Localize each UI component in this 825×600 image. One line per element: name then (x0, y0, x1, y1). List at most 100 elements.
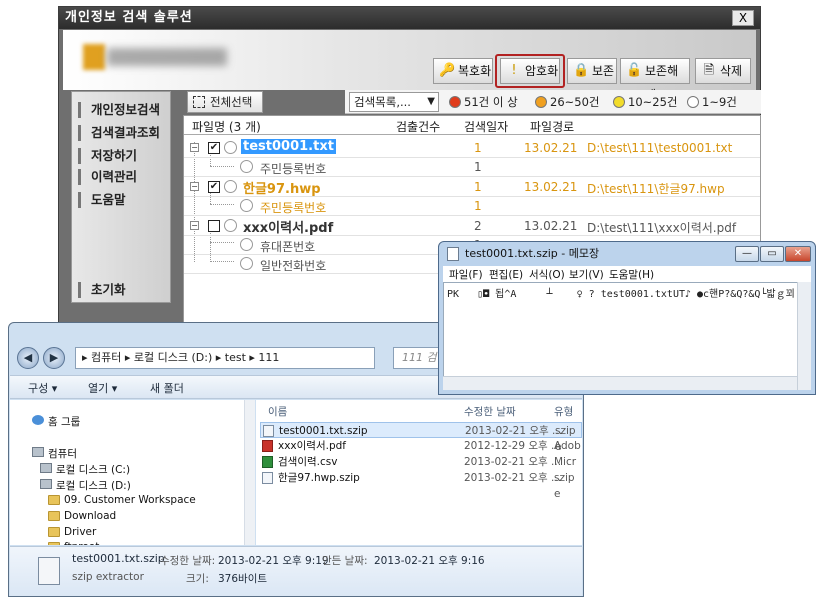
open-button[interactable]: 열기 ▾ (88, 380, 117, 396)
back-icon[interactable]: ◀ (17, 347, 39, 369)
unlock-icon: 🔓 (626, 63, 643, 78)
column-header-modified[interactable]: 수정한 날짜 (464, 404, 516, 419)
table-row[interactable]: − xxx이력서.pdf 2 13.02.21 D:\test\111\xxx이… (184, 216, 760, 236)
nav-label: 로컬 디스크 (D:) (56, 480, 131, 492)
new-folder-button[interactable]: 새 폴더 (150, 380, 184, 396)
sidebar-item-result-view[interactable]: 검색결과조회 (78, 125, 168, 141)
column-header-type[interactable]: 유형 (554, 404, 573, 419)
nav-drive-c[interactable]: 로컬 디스크 (C:) (40, 462, 130, 477)
nav-label: 홈 그룹 (48, 416, 81, 428)
decrypt-button[interactable]: 🔑 복호화 (433, 58, 493, 84)
menu-edit[interactable]: 편집(E) (489, 267, 523, 282)
file-row[interactable]: xxx이력서.pdf 2012-12-29 오후 ... Adob (260, 438, 582, 454)
select-all-button[interactable]: 전체선택 (187, 91, 263, 113)
delete-button[interactable]: 🗎 삭제 (695, 58, 751, 84)
file-type: szip e (554, 472, 575, 500)
protect-label: 보존 (592, 64, 615, 78)
pattern-name: 주민등록번호 (260, 162, 327, 176)
column-header-name[interactable]: 파일명 (3 개) (192, 118, 261, 135)
app-banner: 🔑 복호화 ! 암호화 🔒 보존 🔓 보존해제 🗎 삭제 (63, 30, 756, 102)
column-header-path[interactable]: 파일경로 (530, 118, 574, 135)
table-row[interactable]: − ✔ test0001.txt 1 13.02.21 D:\test\111\… (184, 138, 760, 157)
menu-format[interactable]: 서식(O) (529, 267, 565, 282)
details-pane: test0001.txt.szip 수정한 날짜: 2013-02-21 오후 … (10, 546, 582, 596)
select-all-icon (193, 96, 205, 108)
row-radio[interactable] (224, 219, 237, 232)
column-header-name[interactable]: 이름 (268, 404, 287, 419)
details-modified-label: 수정한 날짜: (160, 555, 216, 567)
row-radio[interactable] (224, 141, 237, 154)
maximize-icon[interactable]: ▭ (760, 246, 784, 262)
nav-label: ftproot (64, 541, 99, 545)
table-row[interactable]: 주민등록번호 1 (184, 158, 760, 176)
collapse-icon[interactable]: − (190, 182, 199, 191)
row-radio[interactable] (224, 180, 237, 193)
row-radio[interactable] (240, 160, 253, 173)
nav-drive-d[interactable]: 로컬 디스크 (D:) (40, 478, 131, 493)
row-radio[interactable] (240, 238, 253, 251)
nav-folder[interactable]: Download (48, 510, 116, 522)
nav-computer[interactable]: 컴퓨터 (32, 446, 77, 461)
table-row[interactable]: 주민등록번호 1 (184, 197, 760, 215)
menu-view[interactable]: 보기(V) (569, 267, 604, 282)
sidebar-item-personal-search[interactable]: 개인정보검색 (78, 102, 168, 118)
app-logo (83, 44, 233, 70)
unprotect-button[interactable]: 🔓 보존해제 (620, 58, 690, 102)
vertical-scrollbar[interactable] (797, 282, 811, 390)
notepad-title: test0001.txt.szip - 메모장 (465, 247, 600, 260)
details-type: szip extractor (72, 571, 144, 583)
homegroup-icon (32, 415, 44, 425)
column-header-date[interactable]: 검색일자 (464, 118, 508, 135)
table-row[interactable]: − ✔ 한글97.hwp 1 13.02.21 D:\test\111\한글97… (184, 177, 760, 197)
sidebar-item-reset[interactable]: 초기화 (78, 282, 168, 298)
encrypt-button[interactable]: ! 암호화 (500, 58, 560, 84)
row-checkbox[interactable] (208, 220, 220, 232)
encrypt-label: 암호화 (525, 64, 559, 78)
legend-1-9: 1~9건 (687, 94, 737, 110)
forward-icon[interactable]: ▶ (43, 347, 65, 369)
protect-button[interactable]: 🔒 보존 (567, 58, 617, 84)
collapse-icon[interactable]: − (190, 221, 199, 230)
row-radio[interactable] (240, 199, 253, 212)
menu-help[interactable]: 도움말(H) (609, 267, 654, 282)
file-row[interactable]: 한글97.hwp.szip 2013-02-21 오후 ... szip e (260, 470, 582, 500)
file-row[interactable]: test0001.txt.szip 2013-02-21 오후 ... szip… (260, 422, 582, 453)
navigation-pane: 홈 그룹 컴퓨터 로컬 디스크 (C:) 로컬 디스크 (D:) 09. Cus… (10, 400, 245, 545)
sidebar-item-help[interactable]: 도움말 (78, 192, 168, 208)
row-checkbox[interactable]: ✔ (208, 181, 220, 193)
row-radio[interactable] (240, 257, 253, 270)
row-checkbox[interactable]: ✔ (208, 142, 220, 154)
nav-label: Driver (64, 526, 97, 538)
address-bar[interactable]: ▸ 컴퓨터 ▸ 로컬 디스크 (D:) ▸ test ▸ 111 (75, 347, 375, 369)
nav-folder[interactable]: 09. Customer Workspace (48, 494, 196, 506)
app-close-button[interactable]: X (732, 10, 754, 26)
close-icon[interactable]: ✕ (785, 246, 811, 262)
nav-scrollbar[interactable] (245, 400, 255, 545)
horizontal-scrollbar[interactable] (443, 376, 797, 390)
sidebar-item-save[interactable]: 저장하기 (78, 148, 168, 164)
nav-folder[interactable]: Driver (48, 526, 96, 538)
collapse-icon[interactable]: − (190, 143, 199, 152)
chevron-down-icon: ▼ (427, 96, 435, 107)
nav-homegroup[interactable]: 홈 그룹 (32, 414, 80, 429)
nav-folder[interactable]: ftproot (48, 541, 99, 545)
minimize-icon[interactable]: — (735, 246, 759, 262)
file-name: 한글97.hwp (243, 182, 321, 197)
pattern-count: 1 (474, 160, 482, 174)
detect-count: 2 (474, 219, 482, 233)
search-list-dropdown[interactable]: 검색목록,... ▼ (349, 92, 439, 112)
details-filename: test0001.txt.szip (72, 552, 165, 565)
file-row[interactable]: 검색이력.csv 2013-02-21 오후 ... Micr (260, 454, 582, 470)
notepad-icon (447, 247, 459, 261)
column-header-count[interactable]: 검출건수 (396, 118, 440, 135)
detect-count: 1 (474, 141, 482, 155)
sidebar-item-history[interactable]: 이력관리 (78, 169, 168, 185)
detect-count: 1 (474, 180, 482, 194)
folder-icon (48, 542, 60, 545)
szip-file-icon (263, 425, 274, 437)
notepad-text-area[interactable]: PK ▯◘ 됩^A ┴ ♀ ? test0001.txtUT♪ ●c핸P?&Q?… (443, 282, 811, 390)
search-date: 13.02.21 (524, 219, 578, 233)
file-path: D:\test\111\한글97.hwp (587, 182, 725, 196)
organize-button[interactable]: 구성 ▾ (28, 380, 57, 396)
menu-file[interactable]: 파일(F) (449, 267, 483, 282)
